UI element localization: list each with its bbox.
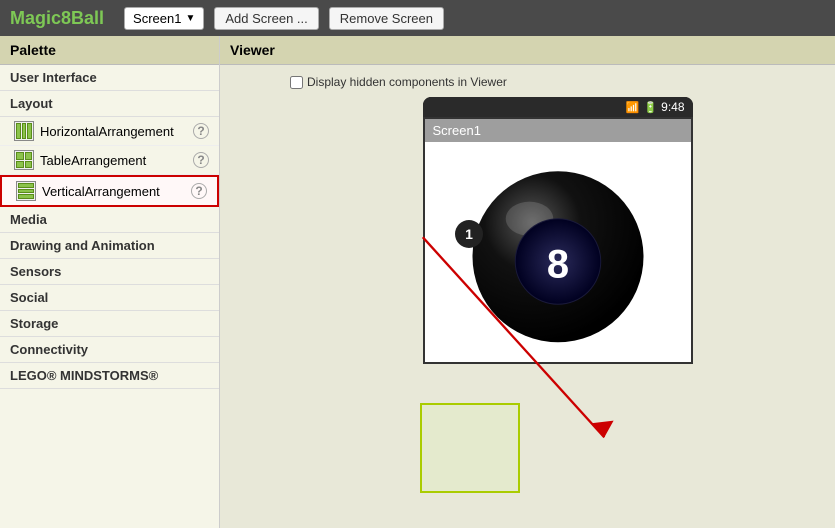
remove-screen-button[interactable]: Remove Screen — [329, 7, 444, 30]
sidebar-item-drawing[interactable]: Drawing and Animation — [0, 233, 219, 259]
palette-item-label: HorizontalArrangement — [40, 124, 187, 139]
palette-item-vertical[interactable]: VerticalArrangement ? — [0, 175, 219, 207]
main-layout: Palette User Interface Layout Horizontal… — [0, 36, 835, 528]
sidebar-item-sensors[interactable]: Sensors — [0, 259, 219, 285]
viewer-content: Display hidden components in Viewer 📶 🔋 … — [220, 65, 835, 523]
sidebar-item-layout[interactable]: Layout — [0, 91, 219, 117]
app-title: Magic8Ball — [10, 8, 104, 29]
step-circle: 1 — [455, 220, 483, 248]
magic8ball-svg: 8 — [463, 157, 653, 347]
help-icon[interactable]: ? — [193, 152, 209, 168]
sidebar-item-user-interface[interactable]: User Interface — [0, 65, 219, 91]
sidebar-item-label: Storage — [10, 316, 58, 331]
phone-status-bar: 📶 🔋 9:48 — [423, 97, 693, 117]
magic8ball-image: 8 — [458, 152, 658, 352]
viewer-panel: Viewer Display hidden components in View… — [220, 36, 835, 528]
sidebar-item-connectivity[interactable]: Connectivity — [0, 337, 219, 363]
vertical-arrangement-icon — [16, 181, 36, 201]
svg-text:8: 8 — [546, 243, 568, 287]
sidebar-item-label: Connectivity — [10, 342, 88, 357]
sidebar-item-social[interactable]: Social — [0, 285, 219, 311]
display-hidden-row: Display hidden components in Viewer — [290, 75, 825, 89]
display-hidden-label: Display hidden components in Viewer — [307, 75, 507, 89]
sidebar-item-storage[interactable]: Storage — [0, 311, 219, 337]
help-icon[interactable]: ? — [193, 123, 209, 139]
sidebar-item-label: Layout — [10, 96, 53, 111]
sidebar-item-label: LEGO® MINDSTORMS® — [10, 368, 158, 383]
sidebar-item-label: Social — [10, 290, 48, 305]
screen-dropdown-label: Screen1 — [133, 11, 181, 26]
palette-header: Palette — [0, 36, 219, 65]
sidebar-item-label: User Interface — [10, 70, 97, 85]
phone-screen-title: Screen1 — [425, 119, 691, 142]
help-icon[interactable]: ? — [191, 183, 207, 199]
palette-panel: Palette User Interface Layout Horizontal… — [0, 36, 220, 528]
viewer-header: Viewer — [220, 36, 835, 65]
palette-item-horizontal[interactable]: HorizontalArrangement ? — [0, 117, 219, 146]
table-arrangement-icon — [14, 150, 34, 170]
horizontal-arrangement-icon — [14, 121, 34, 141]
header: Magic8Ball Screen1 ▼ Add Screen ... Remo… — [0, 0, 835, 36]
add-screen-button[interactable]: Add Screen ... — [214, 7, 318, 30]
palette-item-table[interactable]: TableArrangement ? — [0, 146, 219, 175]
palette-item-label: VerticalArrangement — [42, 184, 185, 199]
sidebar-item-label: Drawing and Animation — [10, 238, 155, 253]
chevron-down-icon: ▼ — [185, 13, 195, 24]
wifi-icon: 📶 — [626, 101, 640, 114]
palette-item-label: TableArrangement — [40, 153, 187, 168]
phone-time: 9:48 — [661, 100, 684, 114]
sidebar-item-label: Media — [10, 212, 47, 227]
battery-icon: 🔋 — [643, 101, 657, 114]
sidebar-item-label: Sensors — [10, 264, 61, 279]
drop-target-box[interactable] — [420, 403, 520, 493]
step-number: 1 — [465, 226, 473, 242]
phone-screen-content: 8 — [425, 142, 691, 362]
sidebar-item-media[interactable]: Media — [0, 207, 219, 233]
screen-dropdown[interactable]: Screen1 ▼ — [124, 7, 204, 30]
sidebar-item-lego[interactable]: LEGO® MINDSTORMS® — [0, 363, 219, 389]
display-hidden-checkbox[interactable] — [290, 76, 303, 89]
